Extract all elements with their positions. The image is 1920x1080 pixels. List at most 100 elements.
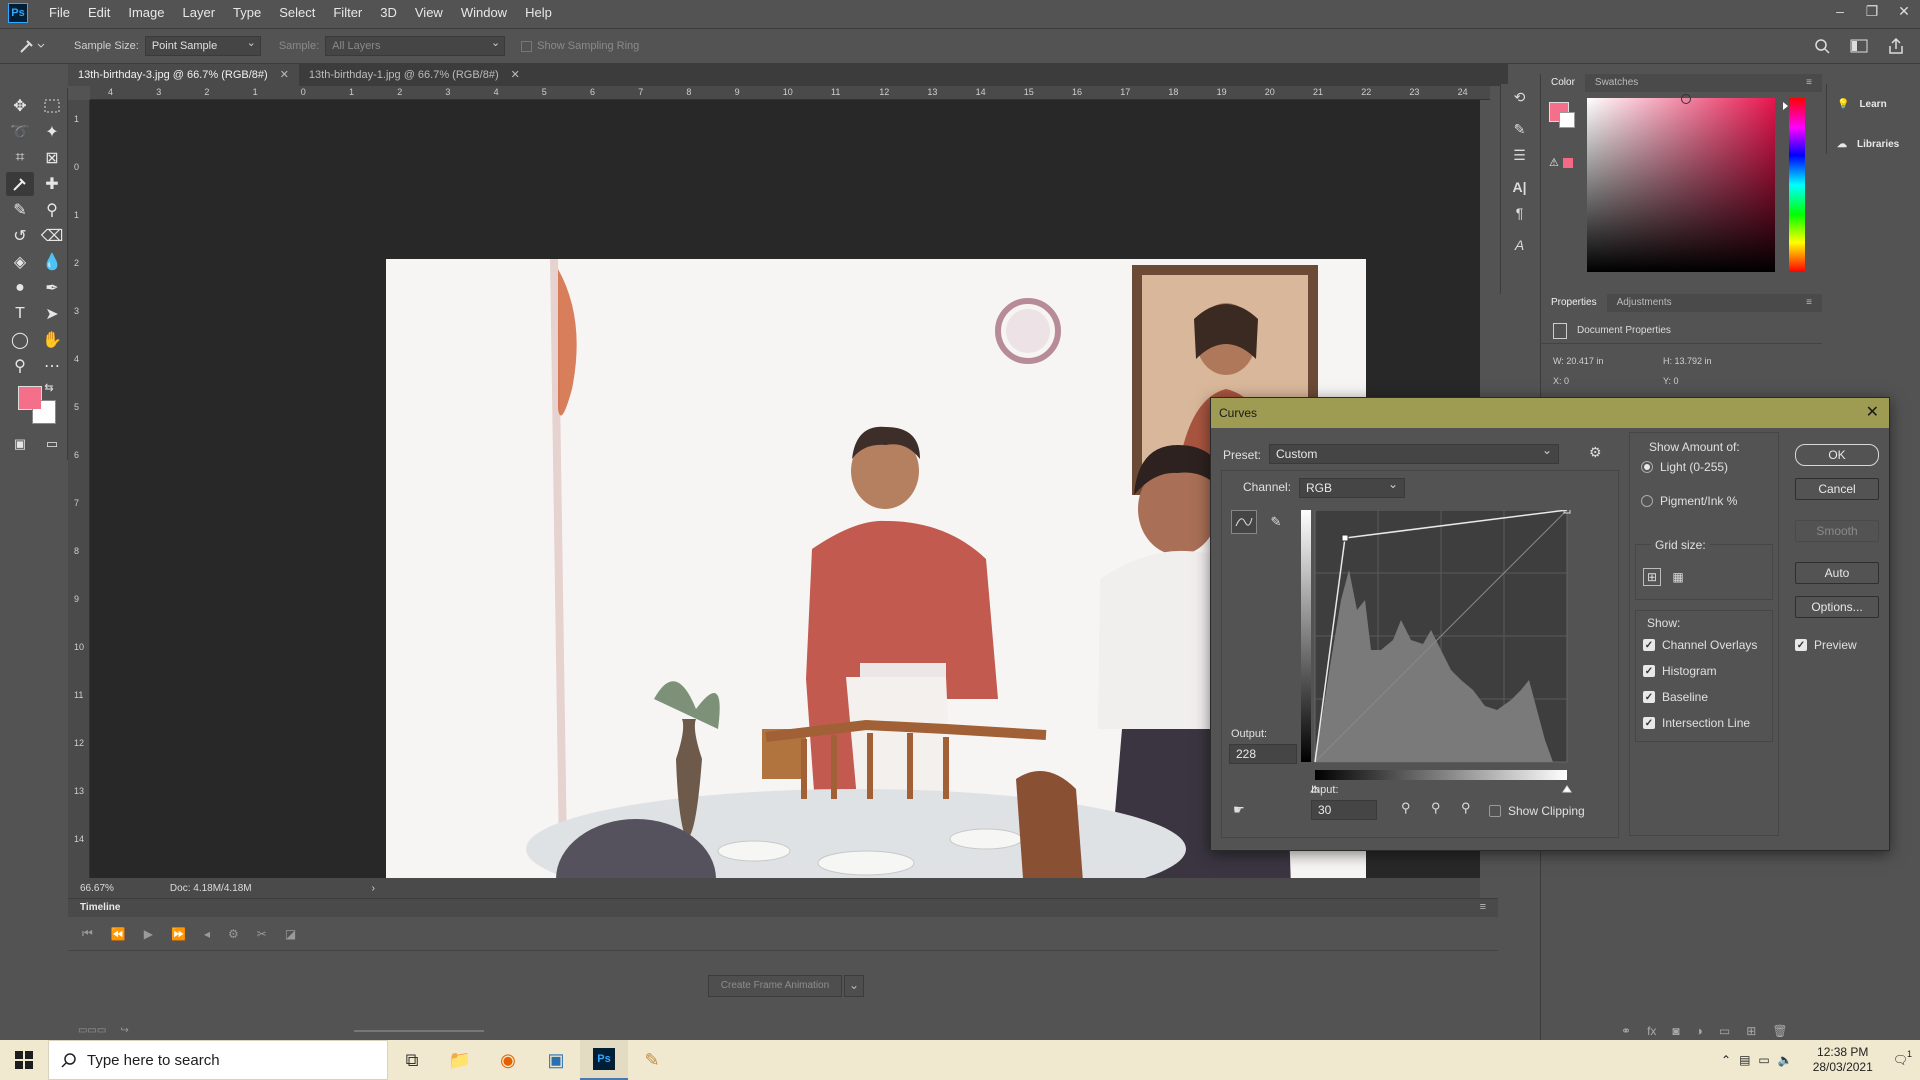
tray-chevron-icon[interactable]: ⌃ [1721,1053,1731,1067]
color-panel-background[interactable] [1559,112,1575,128]
move-tool-icon[interactable]: ✥ [6,94,34,118]
histogram-label[interactable]: Histogram [1662,664,1717,678]
windows-start-icon[interactable] [0,1040,48,1080]
history-panel-icon[interactable]: ⟲ [1501,84,1538,110]
smooth-button[interactable]: Smooth [1795,520,1879,542]
pigment-label[interactable]: Pigment/Ink % [1660,494,1737,508]
settings-gear-icon[interactable]: ⚙ [228,927,239,941]
y-field[interactable]: Y: 0 [1663,376,1773,386]
new-layer-icon[interactable]: ⊞ [1746,1024,1756,1038]
tray-volume-icon[interactable]: 🔈 [1778,1053,1793,1067]
brush-settings-icon[interactable]: ✎ [1501,116,1538,142]
crop-tool-icon[interactable]: ⌗ [6,146,34,170]
gray-point-eyedropper-icon[interactable]: ⚲ [1431,800,1441,816]
timeline-zoom-slider[interactable] [354,1030,484,1032]
share-icon[interactable] [1888,38,1904,54]
preset-select[interactable]: Custom [1269,441,1559,464]
zoom-tool-icon[interactable]: ⚲ [6,354,34,378]
path-select-icon[interactable]: ➤ [38,302,66,326]
pen-tool-icon[interactable]: ✒ [38,276,66,300]
black-point-eyedropper-icon[interactable]: ⚲ [1401,800,1411,816]
sampling-ring-checkbox[interactable] [521,40,533,52]
curve-graph[interactable] [1301,510,1587,800]
paragraph-panel-icon[interactable]: ¶ [1501,200,1538,226]
timeline-menu-icon[interactable]: ≡ [1480,901,1486,913]
file-explorer-icon[interactable]: 📁 [436,1040,484,1080]
transition-icon[interactable]: ◪ [285,927,296,941]
preview-label[interactable]: Preview [1814,638,1857,652]
menu-3d[interactable]: 3D [371,0,406,26]
audio-icon[interactable]: ◂ [204,927,210,941]
cancel-button[interactable]: Cancel [1795,478,1879,500]
libraries-button[interactable]: ☁ Libraries [1827,124,1920,164]
close-dialog-icon[interactable]: ✕ [1866,398,1879,428]
workspace-icon[interactable] [1850,39,1868,53]
panel-menu-icon[interactable]: ≡ [1796,294,1822,312]
menu-layer[interactable]: Layer [174,0,225,26]
show-clipping-label[interactable]: Show Clipping [1508,804,1585,818]
firefox-icon[interactable]: ◉ [484,1040,532,1080]
type-tool-icon[interactable]: T [6,302,34,326]
play-icon[interactable]: ▶ [144,927,153,941]
prev-frame-icon[interactable]: ⏪ [111,927,126,941]
doc-tab-1[interactable]: 13th-birthday-3.jpg @ 66.7% (RGB/8#) ✕ [68,64,299,86]
glyphs-panel-icon[interactable]: A [1501,232,1538,258]
on-image-adjust-icon[interactable]: ☛ [1233,802,1245,818]
photos-app-icon[interactable]: ▣ [532,1040,580,1080]
task-view-icon[interactable]: ⧉ [388,1040,436,1080]
menu-help[interactable]: Help [516,0,561,26]
next-frame-icon[interactable]: ⏩ [171,927,186,941]
tab-color[interactable]: Color [1541,74,1585,92]
minimize-button[interactable]: – [1824,0,1856,22]
healing-brush-icon[interactable]: ✚ [38,172,66,196]
link-icon[interactable]: ⚭ [1621,1024,1631,1038]
dodge-tool-icon[interactable]: ● [6,276,34,300]
channel-overlays-label[interactable]: Channel Overlays [1662,638,1757,652]
paint-bucket-icon[interactable]: ◈ [6,250,34,274]
frame-tool-icon[interactable]: ⊠ [38,146,66,170]
detailed-grid-icon[interactable]: ▦ [1669,568,1687,586]
fx-icon[interactable]: fx [1647,1024,1656,1038]
mask-icon[interactable]: ◙ [1672,1024,1679,1038]
show-clipping-checkbox[interactable] [1489,805,1501,817]
first-frame-icon[interactable]: ⏮ [82,926,93,941]
adjust-sliders-icon[interactable]: ☰ [1501,142,1538,168]
panel-menu-icon[interactable]: ≡ [1796,74,1822,92]
tab-properties[interactable]: Properties [1541,294,1607,312]
trash-icon[interactable]: 🗑 [1772,1024,1787,1038]
history-brush-icon[interactable]: ↺ [6,224,34,248]
auto-button[interactable]: Auto [1795,562,1879,584]
intersection-line-checkbox[interactable]: ✓ [1643,717,1655,729]
input-field[interactable]: 30 [1311,800,1377,820]
create-frame-dropdown-icon[interactable]: ⌄ [844,975,864,997]
tray-network-icon[interactable]: ▤ [1739,1053,1750,1067]
tab-swatches[interactable]: Swatches [1585,74,1648,92]
adjustment-layer-icon[interactable]: ◑ [1696,1024,1703,1038]
light-label[interactable]: Light (0-255) [1660,460,1728,474]
split-scissors-icon[interactable]: ✂ [257,927,267,941]
simple-grid-icon[interactable]: ⊞ [1643,568,1661,586]
menu-window[interactable]: Window [452,0,516,26]
folder-icon[interactable]: ▭ [1719,1024,1730,1038]
color-picker-cursor[interactable] [1681,94,1691,104]
swap-colors-icon[interactable]: ⇆ [42,380,56,394]
output-field[interactable]: 228 [1229,744,1297,764]
tab-adjustments[interactable]: Adjustments [1607,294,1682,312]
screen-mode-icon[interactable]: ▭ [38,432,66,456]
eraser-tool-icon[interactable]: ⌫ [38,224,66,248]
lasso-tool-icon[interactable]: ➰ [6,120,34,144]
menu-view[interactable]: View [406,0,452,26]
close-tab-icon[interactable]: ✕ [511,64,520,86]
baseline-label[interactable]: Baseline [1662,690,1708,704]
search-icon[interactable] [1814,38,1830,54]
close-window-button[interactable]: ✕ [1888,0,1920,22]
ellipse-tool-icon[interactable]: ◯ [6,328,34,352]
taskbar-clock[interactable]: 12:38 PM 28/03/2021 [1813,1045,1873,1075]
zoom-level[interactable]: 66.67% [80,883,114,894]
menu-file[interactable]: File [40,0,79,26]
preview-checkbox[interactable]: ✓ [1795,639,1807,651]
status-arrow-icon[interactable]: › [372,883,375,894]
curve-point-tool-icon[interactable] [1231,510,1257,534]
taskbar-search-box[interactable]: Type here to search [48,1040,388,1080]
eyedropper-tool-preset-icon[interactable] [18,38,52,54]
